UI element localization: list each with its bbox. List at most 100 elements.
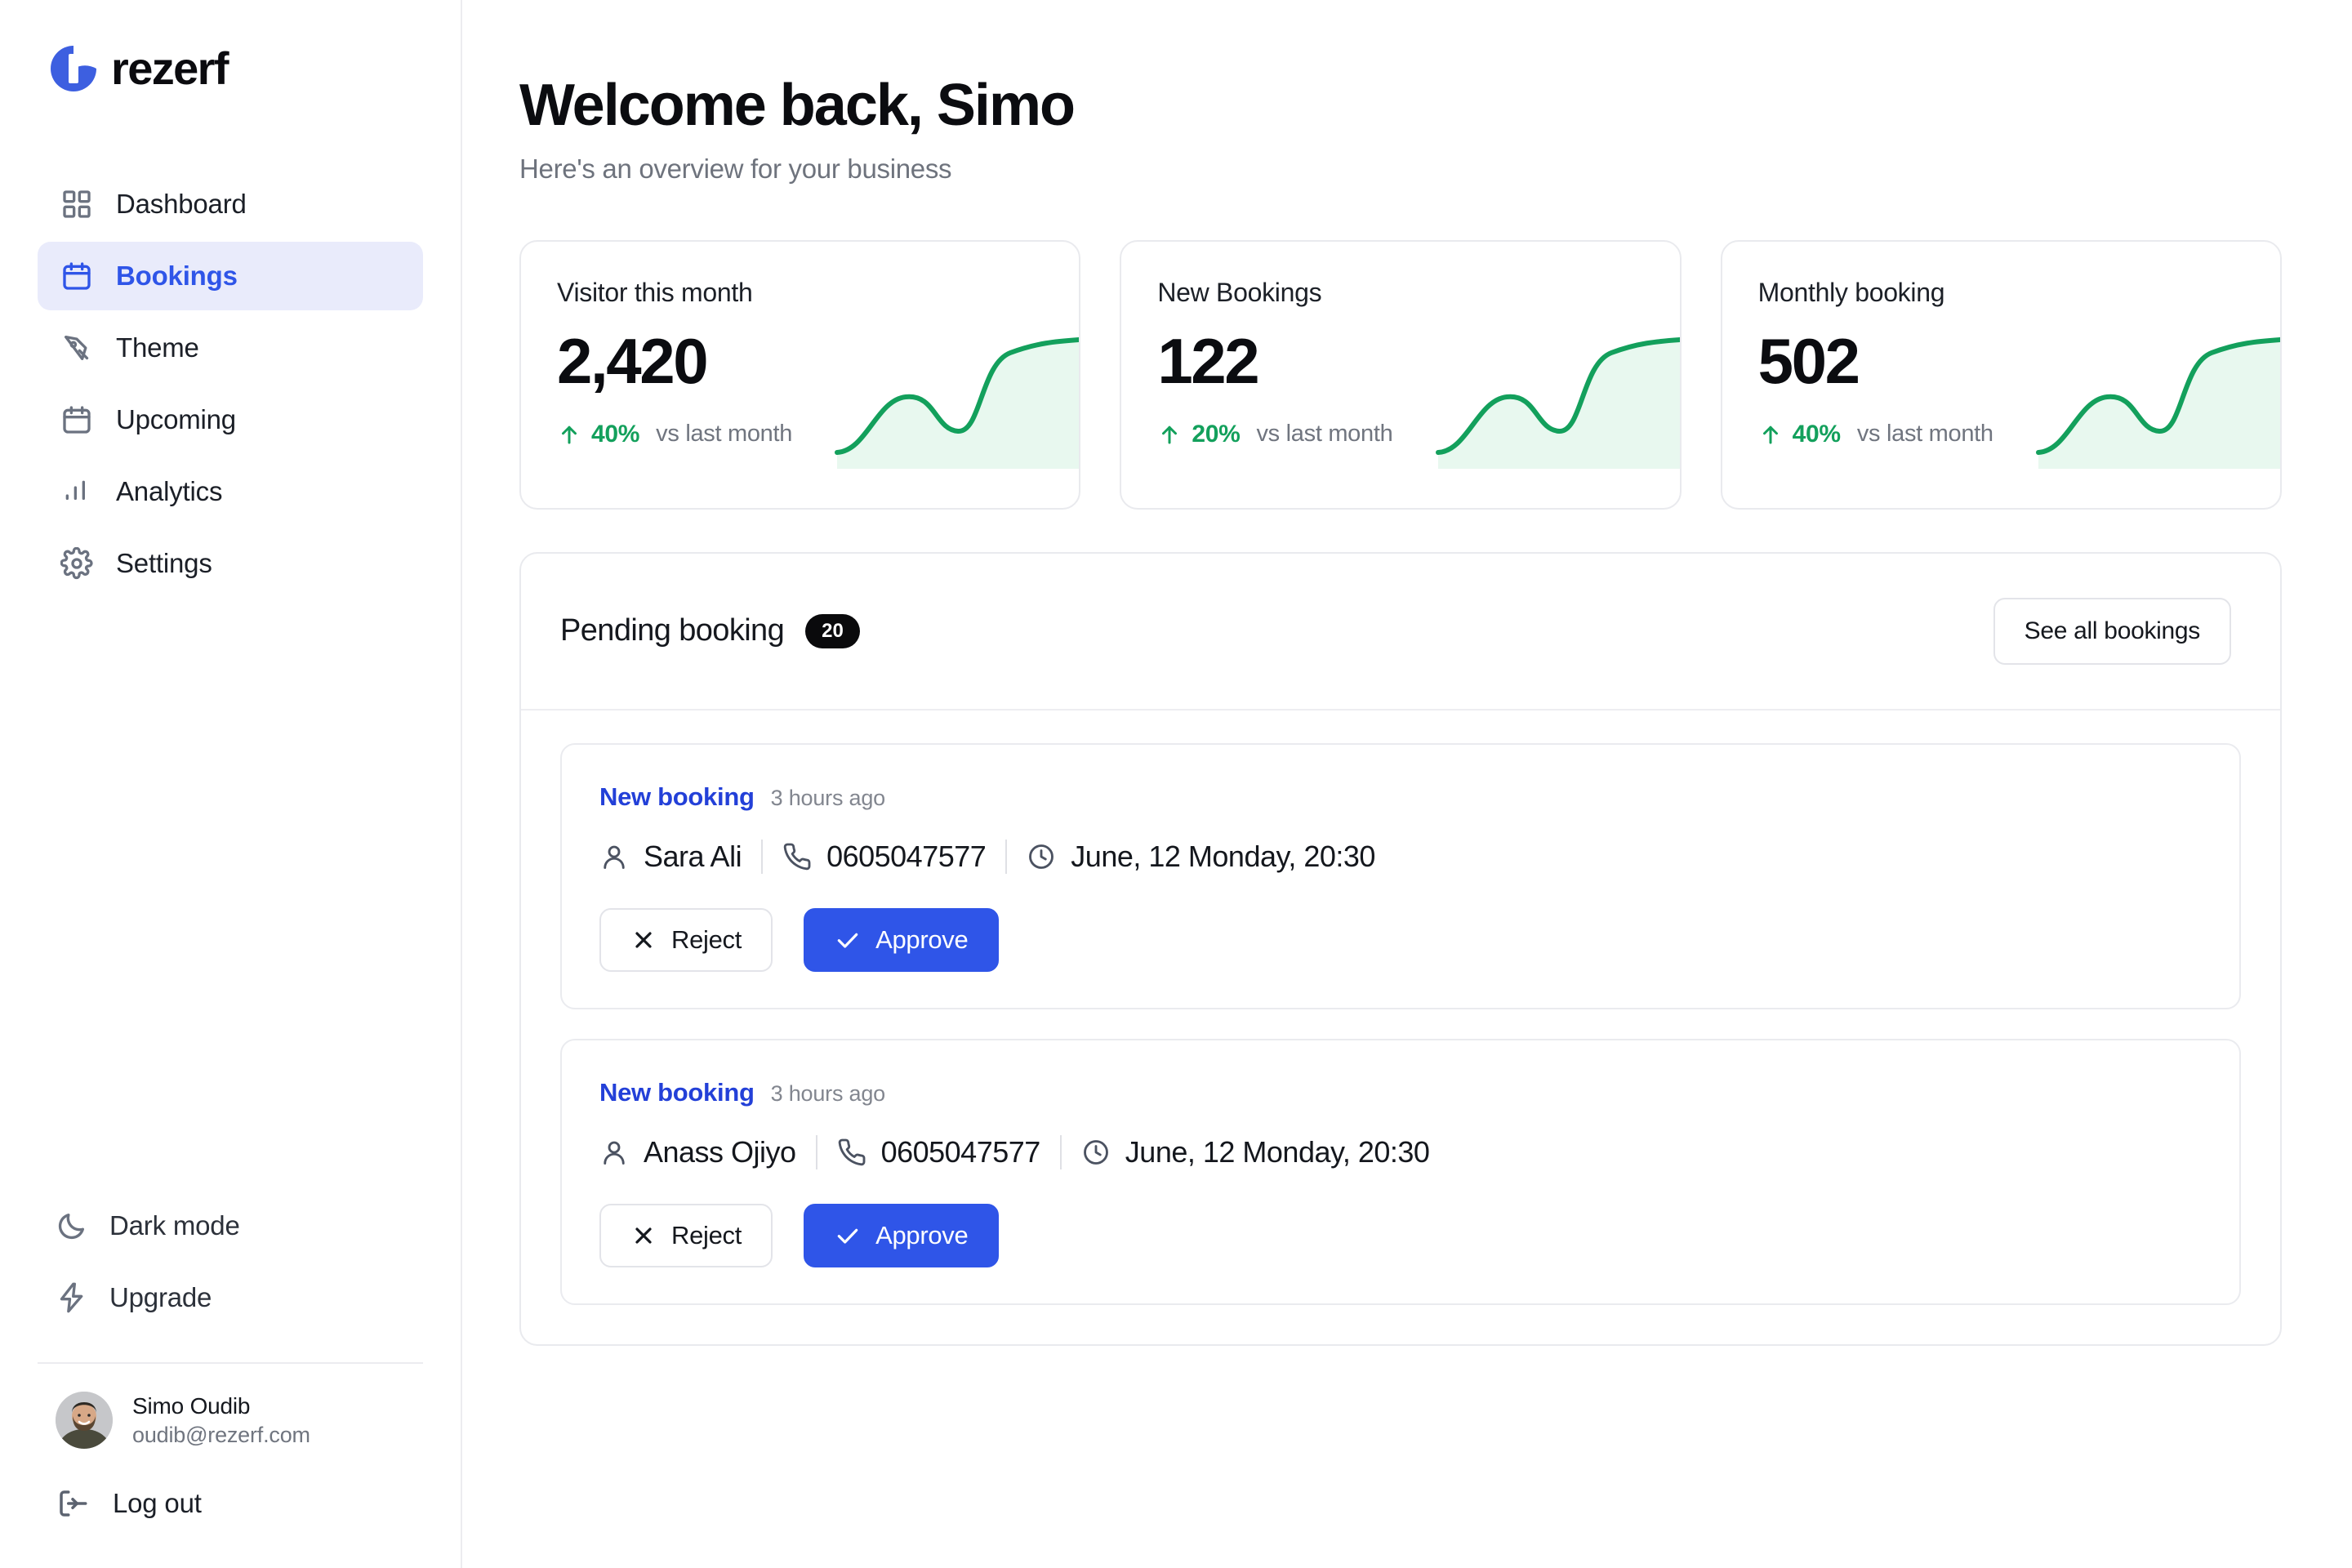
rezerf-logo-mark-icon [47, 42, 100, 95]
reject-button[interactable]: Reject [599, 1203, 773, 1267]
stat-delta-value: 40% [1792, 420, 1841, 448]
stat-delta-note: vs last month [1856, 421, 1993, 448]
pending-count-badge: 20 [805, 613, 860, 648]
booking-actions: Reject Approve [599, 907, 2202, 972]
dark-mode-toggle[interactable]: Dark mode [38, 1194, 423, 1258]
booking-meta: Sara Ali 0605047577 June, 12 Monday, 20:… [599, 839, 2202, 874]
see-all-bookings-button[interactable]: See all bookings [1993, 597, 2231, 665]
booking-datetime-text: June, 12 Monday, 20:30 [1125, 1134, 1430, 1169]
sparkline-chart [2035, 322, 2280, 469]
sparkline-chart [1435, 322, 1680, 469]
booking-customer: Sara Ali [599, 840, 742, 874]
page-title: Welcome back, Simo [519, 73, 1076, 138]
sidebar-item-label: Theme [116, 332, 199, 363]
clock-icon [1081, 1138, 1111, 1167]
booking-datetime: June, 12 Monday, 20:30 [1027, 840, 1375, 874]
pen-nib-icon [60, 332, 93, 364]
clock-icon [1027, 842, 1056, 871]
grid-icon [60, 188, 93, 220]
customer-name: Sara Ali [644, 839, 742, 873]
sidebar-item-settings[interactable]: Settings [38, 529, 423, 598]
profile-text: Simo Oudib oudib@rezerf.com [132, 1393, 310, 1448]
sidebar-item-theme[interactable]: Theme [38, 314, 423, 382]
booking-tag: New booking [599, 782, 755, 811]
booking-time-ago: 3 hours ago [770, 1080, 886, 1106]
stat-delta-note: vs last month [656, 421, 793, 448]
stat-card-monthly-booking: Monthly booking 502 40% vs last month [1720, 239, 2282, 510]
stat-delta-value: 20% [1192, 420, 1241, 448]
main-content: Welcome back, Simo Here's an overview fo… [462, 0, 2352, 1568]
upgrade-button[interactable]: Upgrade [38, 1266, 423, 1330]
panel-header: Pending booking 20 See all bookings [521, 554, 2280, 710]
phone-icon [782, 842, 812, 871]
customer-name: Anass Ojiyo [644, 1134, 796, 1169]
sidebar-item-bookings[interactable]: Bookings [38, 242, 423, 310]
bar-chart-icon [60, 475, 93, 508]
approve-button[interactable]: Approve [804, 907, 1000, 972]
stat-card-new-bookings: New Bookings 122 20% vs last month [1120, 239, 1682, 510]
reject-label: Reject [671, 1220, 742, 1250]
app-root: rezerf Dashboard Bookings Theme Upcoming… [0, 0, 2352, 1568]
booking-datetime: June, 12 Monday, 20:30 [1081, 1135, 1430, 1169]
phone-icon [837, 1138, 866, 1167]
user-profile[interactable]: Simo Oudib oudib@rezerf.com [0, 1364, 461, 1449]
stat-delta-value: 40% [591, 420, 640, 448]
meta-separator [761, 839, 764, 874]
arrow-up-icon [557, 422, 581, 447]
sidebar: rezerf Dashboard Bookings Theme Upcoming… [0, 0, 462, 1568]
sidebar-item-label: Analytics [116, 476, 223, 506]
pending-bookings-panel: Pending booking 20 See all bookings New … [519, 551, 2282, 1346]
arrow-up-icon [1157, 422, 1182, 447]
booking-phone: 0605047577 [837, 1135, 1040, 1169]
stats-row: Visitor this month 2,420 40% vs last mon… [519, 239, 2282, 510]
booking-header: New booking 3 hours ago [599, 1078, 2202, 1107]
sidebar-item-dashboard[interactable]: Dashboard [38, 170, 423, 238]
booking-tag: New booking [599, 1077, 755, 1107]
meta-separator [1059, 1134, 1062, 1169]
lightning-bolt-icon [56, 1281, 88, 1314]
sidebar-item-label: Settings [116, 548, 212, 578]
customer-phone: 0605047577 [826, 839, 987, 873]
sidebar-item-label: Upcoming [116, 404, 236, 434]
user-icon [599, 1138, 629, 1167]
brand: rezerf [0, 0, 461, 95]
stat-title: Monthly booking [1757, 277, 1945, 307]
dark-mode-label: Dark mode [109, 1210, 240, 1241]
upgrade-label: Upgrade [109, 1282, 212, 1312]
calendar-icon [60, 260, 93, 292]
page-subtitle: Here's an overview for your business [519, 153, 952, 184]
sidebar-utility-group: Dark mode Upgrade [0, 1194, 461, 1330]
gear-icon [60, 547, 93, 580]
sidebar-item-analytics[interactable]: Analytics [38, 457, 423, 526]
stat-title: Visitor this month [557, 277, 753, 307]
booking-meta: Anass Ojiyo 0605047577 June, 12 Monday, … [599, 1134, 2202, 1169]
brand-name: rezerf [111, 42, 229, 94]
stat-card-visitors: Visitor this month 2,420 40% vs last mon… [519, 239, 1081, 510]
meta-separator [815, 1134, 817, 1169]
logout-label: Log out [113, 1488, 202, 1518]
booking-phone: 0605047577 [782, 839, 987, 874]
panel-body: New booking 3 hours ago Sara Ali 0605047… [521, 710, 2280, 1344]
logout-button[interactable]: Log out [0, 1449, 461, 1521]
sidebar-nav: Dashboard Bookings Theme Upcoming Analyt… [0, 170, 461, 598]
arrow-up-icon [1758, 422, 1783, 447]
meta-separator [1005, 839, 1008, 874]
user-icon [599, 842, 629, 871]
reject-button[interactable]: Reject [599, 907, 773, 972]
profile-email: oudib@rezerf.com [132, 1422, 310, 1447]
stat-title: New Bookings [1157, 277, 1322, 307]
reject-label: Reject [671, 924, 742, 954]
avatar [56, 1392, 113, 1449]
panel-title: Pending booking [560, 613, 785, 648]
customer-phone: 0605047577 [880, 1134, 1041, 1169]
booking-customer: Anass Ojiyo [599, 1135, 796, 1169]
booking-card: New booking 3 hours ago Sara Ali 0605047… [560, 742, 2241, 1009]
booking-datetime-text: June, 12 Monday, 20:30 [1071, 839, 1375, 873]
approve-button[interactable]: Approve [804, 1203, 1000, 1267]
sidebar-item-upcoming[interactable]: Upcoming [38, 385, 423, 454]
approve-label: Approve [875, 924, 969, 954]
panel-header-left: Pending booking 20 [560, 613, 860, 648]
approve-label: Approve [875, 1220, 969, 1250]
booking-time-ago: 3 hours ago [770, 785, 886, 810]
